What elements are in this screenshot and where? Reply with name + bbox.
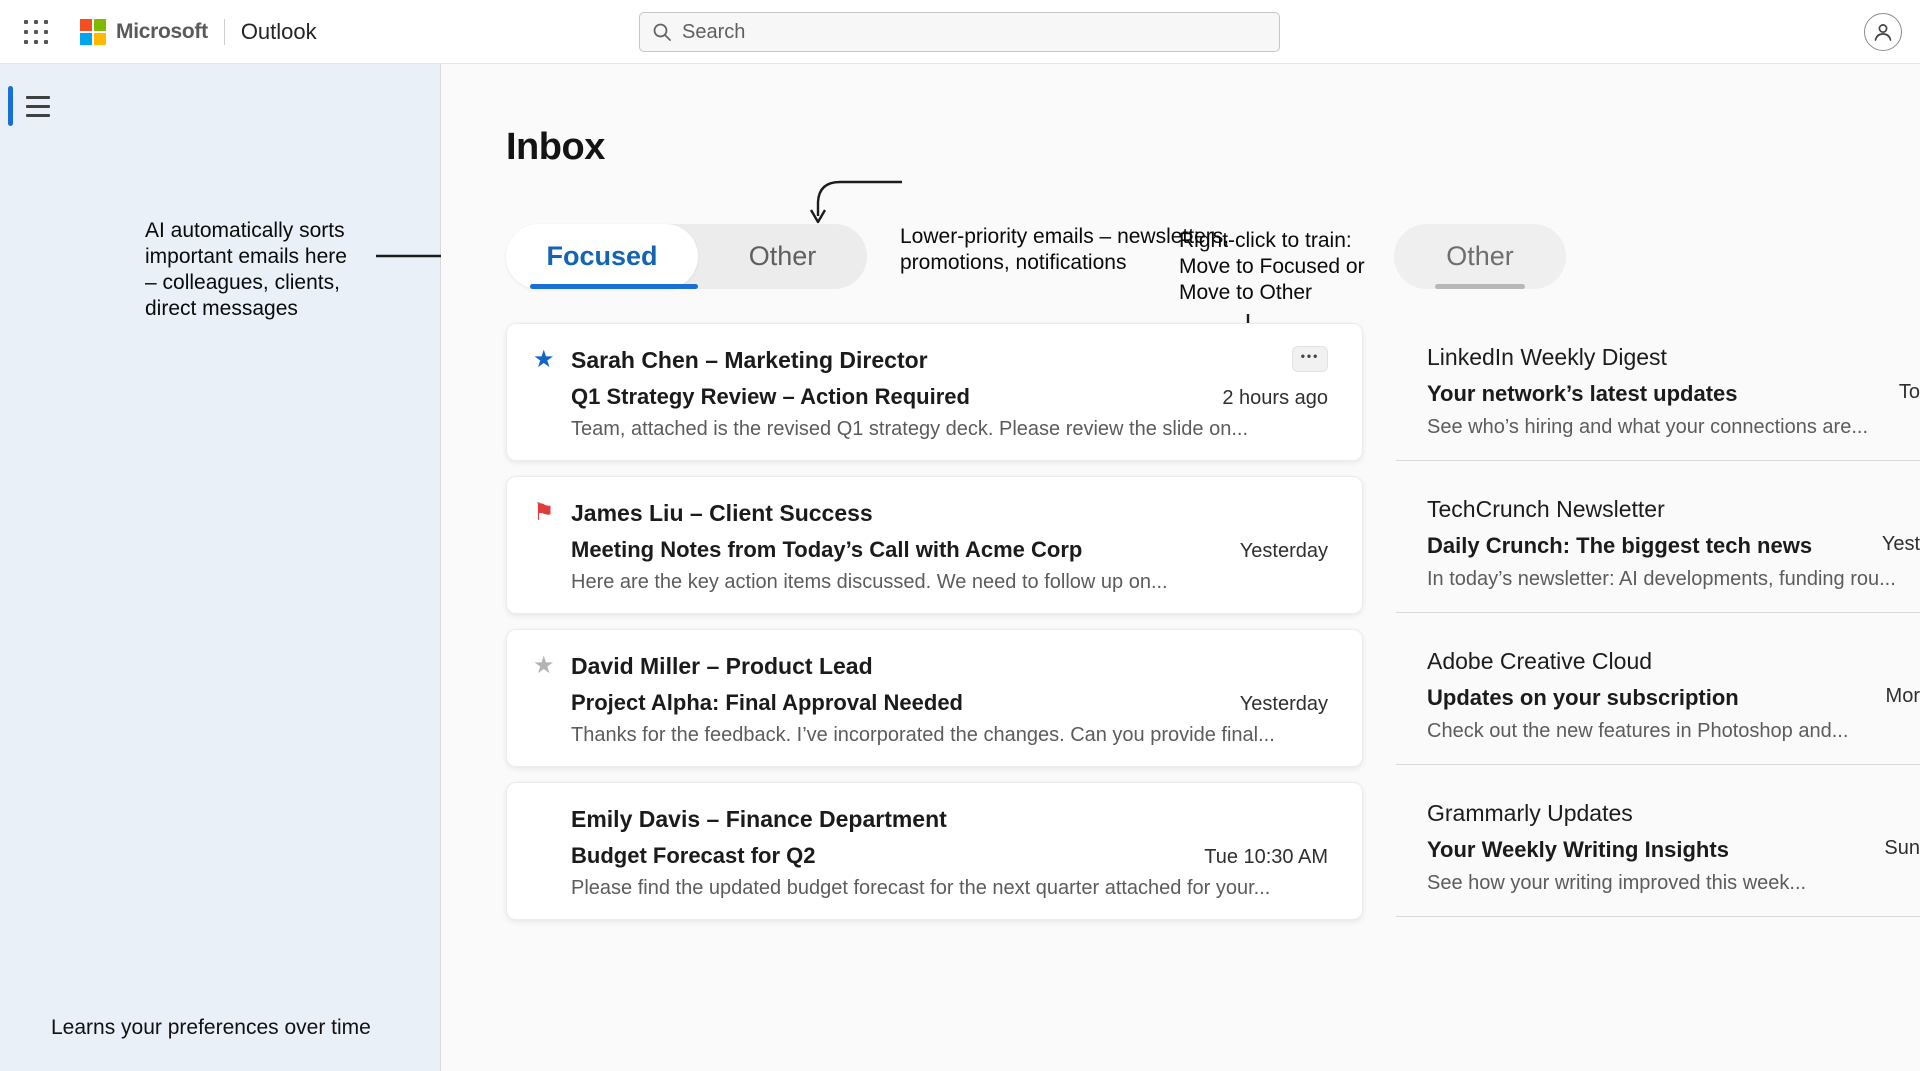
email-row-techcrunch[interactable]: TechCrunch Newsletter Daily Crunch: The … (1396, 475, 1920, 613)
other-column-tab-label: Other (1446, 241, 1514, 272)
outlook-window: Microsoft Outlook AI automatically sorts… (0, 0, 1920, 1071)
email-time: Sun (1884, 837, 1920, 860)
search-icon (652, 22, 672, 42)
email-card-sarah-chen[interactable]: ★ Sarah Chen – Marketing Director ••• Q1… (506, 323, 1363, 461)
email-sender: LinkedIn Weekly Digest (1427, 344, 1920, 371)
email-card-emily-davis[interactable]: Emily Davis – Finance Department Budget … (506, 782, 1363, 920)
nav-accent-bar (8, 86, 13, 126)
sidebar: AI automatically sorts important emails … (0, 64, 441, 1071)
email-card-james-liu[interactable]: ⚑ James Liu – Client Success Meeting Not… (506, 476, 1363, 614)
email-preview: In today’s newsletter: AI developments, … (1427, 568, 1920, 591)
annotation-line: Move to Focused or (1179, 254, 1365, 280)
other-column-tab[interactable]: Other (1394, 224, 1566, 289)
annotation-line: – colleagues, clients, (145, 270, 347, 296)
email-sender: TechCrunch Newsletter (1427, 496, 1920, 523)
annotation-train: Right-click to train: Move to Focused or… (1179, 228, 1365, 306)
email-subject: Q1 Strategy Review – Action Required (571, 384, 970, 410)
email-preview: Thanks for the feedback. I’ve incorporat… (533, 724, 1328, 747)
brand-divider (224, 19, 225, 45)
microsoft-logo (80, 19, 106, 45)
email-time: 2 hours ago (1222, 387, 1328, 410)
email-row-linkedin[interactable]: LinkedIn Weekly Digest Your network’s la… (1396, 323, 1920, 461)
annotation-focused: AI automatically sorts important emails … (145, 218, 347, 322)
flag-icon[interactable]: ⚑ (533, 501, 571, 525)
focused-tab-underline (530, 284, 698, 289)
other-tab-underline (1435, 284, 1525, 289)
tab-focused[interactable]: Focused (506, 224, 698, 289)
annotation-footer: Learns your preferences over time (51, 1016, 371, 1040)
email-subject: Daily Crunch: The biggest tech news (1427, 533, 1812, 559)
email-subject: Updates on your subscription (1427, 685, 1739, 711)
email-sender: Adobe Creative Cloud (1427, 648, 1920, 675)
email-time: Yesterday (1240, 693, 1328, 716)
star-icon[interactable]: ★ (533, 654, 571, 678)
email-preview: Check out the new features in Photoshop … (1427, 720, 1920, 743)
email-row-adobe[interactable]: Adobe Creative Cloud Updates on your sub… (1396, 627, 1920, 765)
annotation-line: AI automatically sorts (145, 218, 347, 244)
email-subject: Meeting Notes from Today’s Call with Acm… (571, 537, 1082, 563)
main-content: Inbox Lower-priority emails – newsletter… (441, 64, 1920, 1071)
other-email-list: LinkedIn Weekly Digest Your network’s la… (1396, 323, 1920, 931)
email-subject: Your Weekly Writing Insights (1427, 837, 1729, 863)
email-preview: See how your writing improved this week.… (1427, 872, 1920, 895)
hamburger-menu-icon[interactable] (26, 92, 58, 120)
email-time: Yesterday (1240, 540, 1328, 563)
page-title: Inbox (506, 126, 605, 169)
app-launcher-icon[interactable] (18, 14, 54, 50)
top-bar: Microsoft Outlook (0, 0, 1920, 64)
more-options-button[interactable]: ••• (1292, 346, 1328, 372)
email-subject: Budget Forecast for Q2 (571, 843, 815, 869)
annotation-line: Right-click to train: (1179, 228, 1365, 254)
email-sender: David Miller – Product Lead (571, 653, 873, 680)
tab-focused-label: Focused (546, 241, 657, 272)
person-icon (1871, 20, 1895, 44)
annotation-line: important emails here (145, 244, 347, 270)
email-subject: Your network’s latest updates (1427, 381, 1738, 407)
tab-other[interactable]: Other (698, 224, 867, 289)
tab-other-label: Other (749, 241, 817, 272)
email-sender: Grammarly Updates (1427, 800, 1920, 827)
brand-name: Microsoft (116, 20, 208, 44)
annotation-line: direct messages (145, 296, 347, 322)
search-box[interactable] (639, 12, 1280, 52)
focused-email-list: ★ Sarah Chen – Marketing Director ••• Q1… (506, 323, 1363, 920)
email-preview: Here are the key action items discussed.… (533, 571, 1328, 594)
email-preview: See who’s hiring and what your connectio… (1427, 416, 1920, 439)
star-icon[interactable]: ★ (533, 348, 571, 372)
account-avatar[interactable] (1864, 13, 1902, 51)
email-sender: James Liu – Client Success (571, 500, 873, 527)
email-time: Yest (1882, 533, 1920, 556)
brand-area: Microsoft Outlook (80, 0, 317, 64)
inbox-tab-switcher: Focused Other (506, 224, 867, 289)
annotation-line: Move to Other (1179, 280, 1365, 306)
email-sender: Emily Davis – Finance Department (571, 806, 947, 833)
email-row-grammarly[interactable]: Grammarly Updates Your Weekly Writing In… (1396, 779, 1920, 917)
email-card-david-miller[interactable]: ★ David Miller – Product Lead Project Al… (506, 629, 1363, 767)
search-input[interactable] (682, 21, 1267, 44)
email-sender: Sarah Chen – Marketing Director (571, 347, 928, 374)
email-time: To (1899, 381, 1920, 404)
email-preview: Team, attached is the revised Q1 strateg… (533, 418, 1328, 441)
email-time: Tue 10:30 AM (1204, 846, 1328, 869)
email-subject: Project Alpha: Final Approval Needed (571, 690, 963, 716)
email-preview: Please find the updated budget forecast … (533, 877, 1328, 900)
email-time: Mor (1886, 685, 1920, 708)
app-name: Outlook (241, 19, 317, 45)
